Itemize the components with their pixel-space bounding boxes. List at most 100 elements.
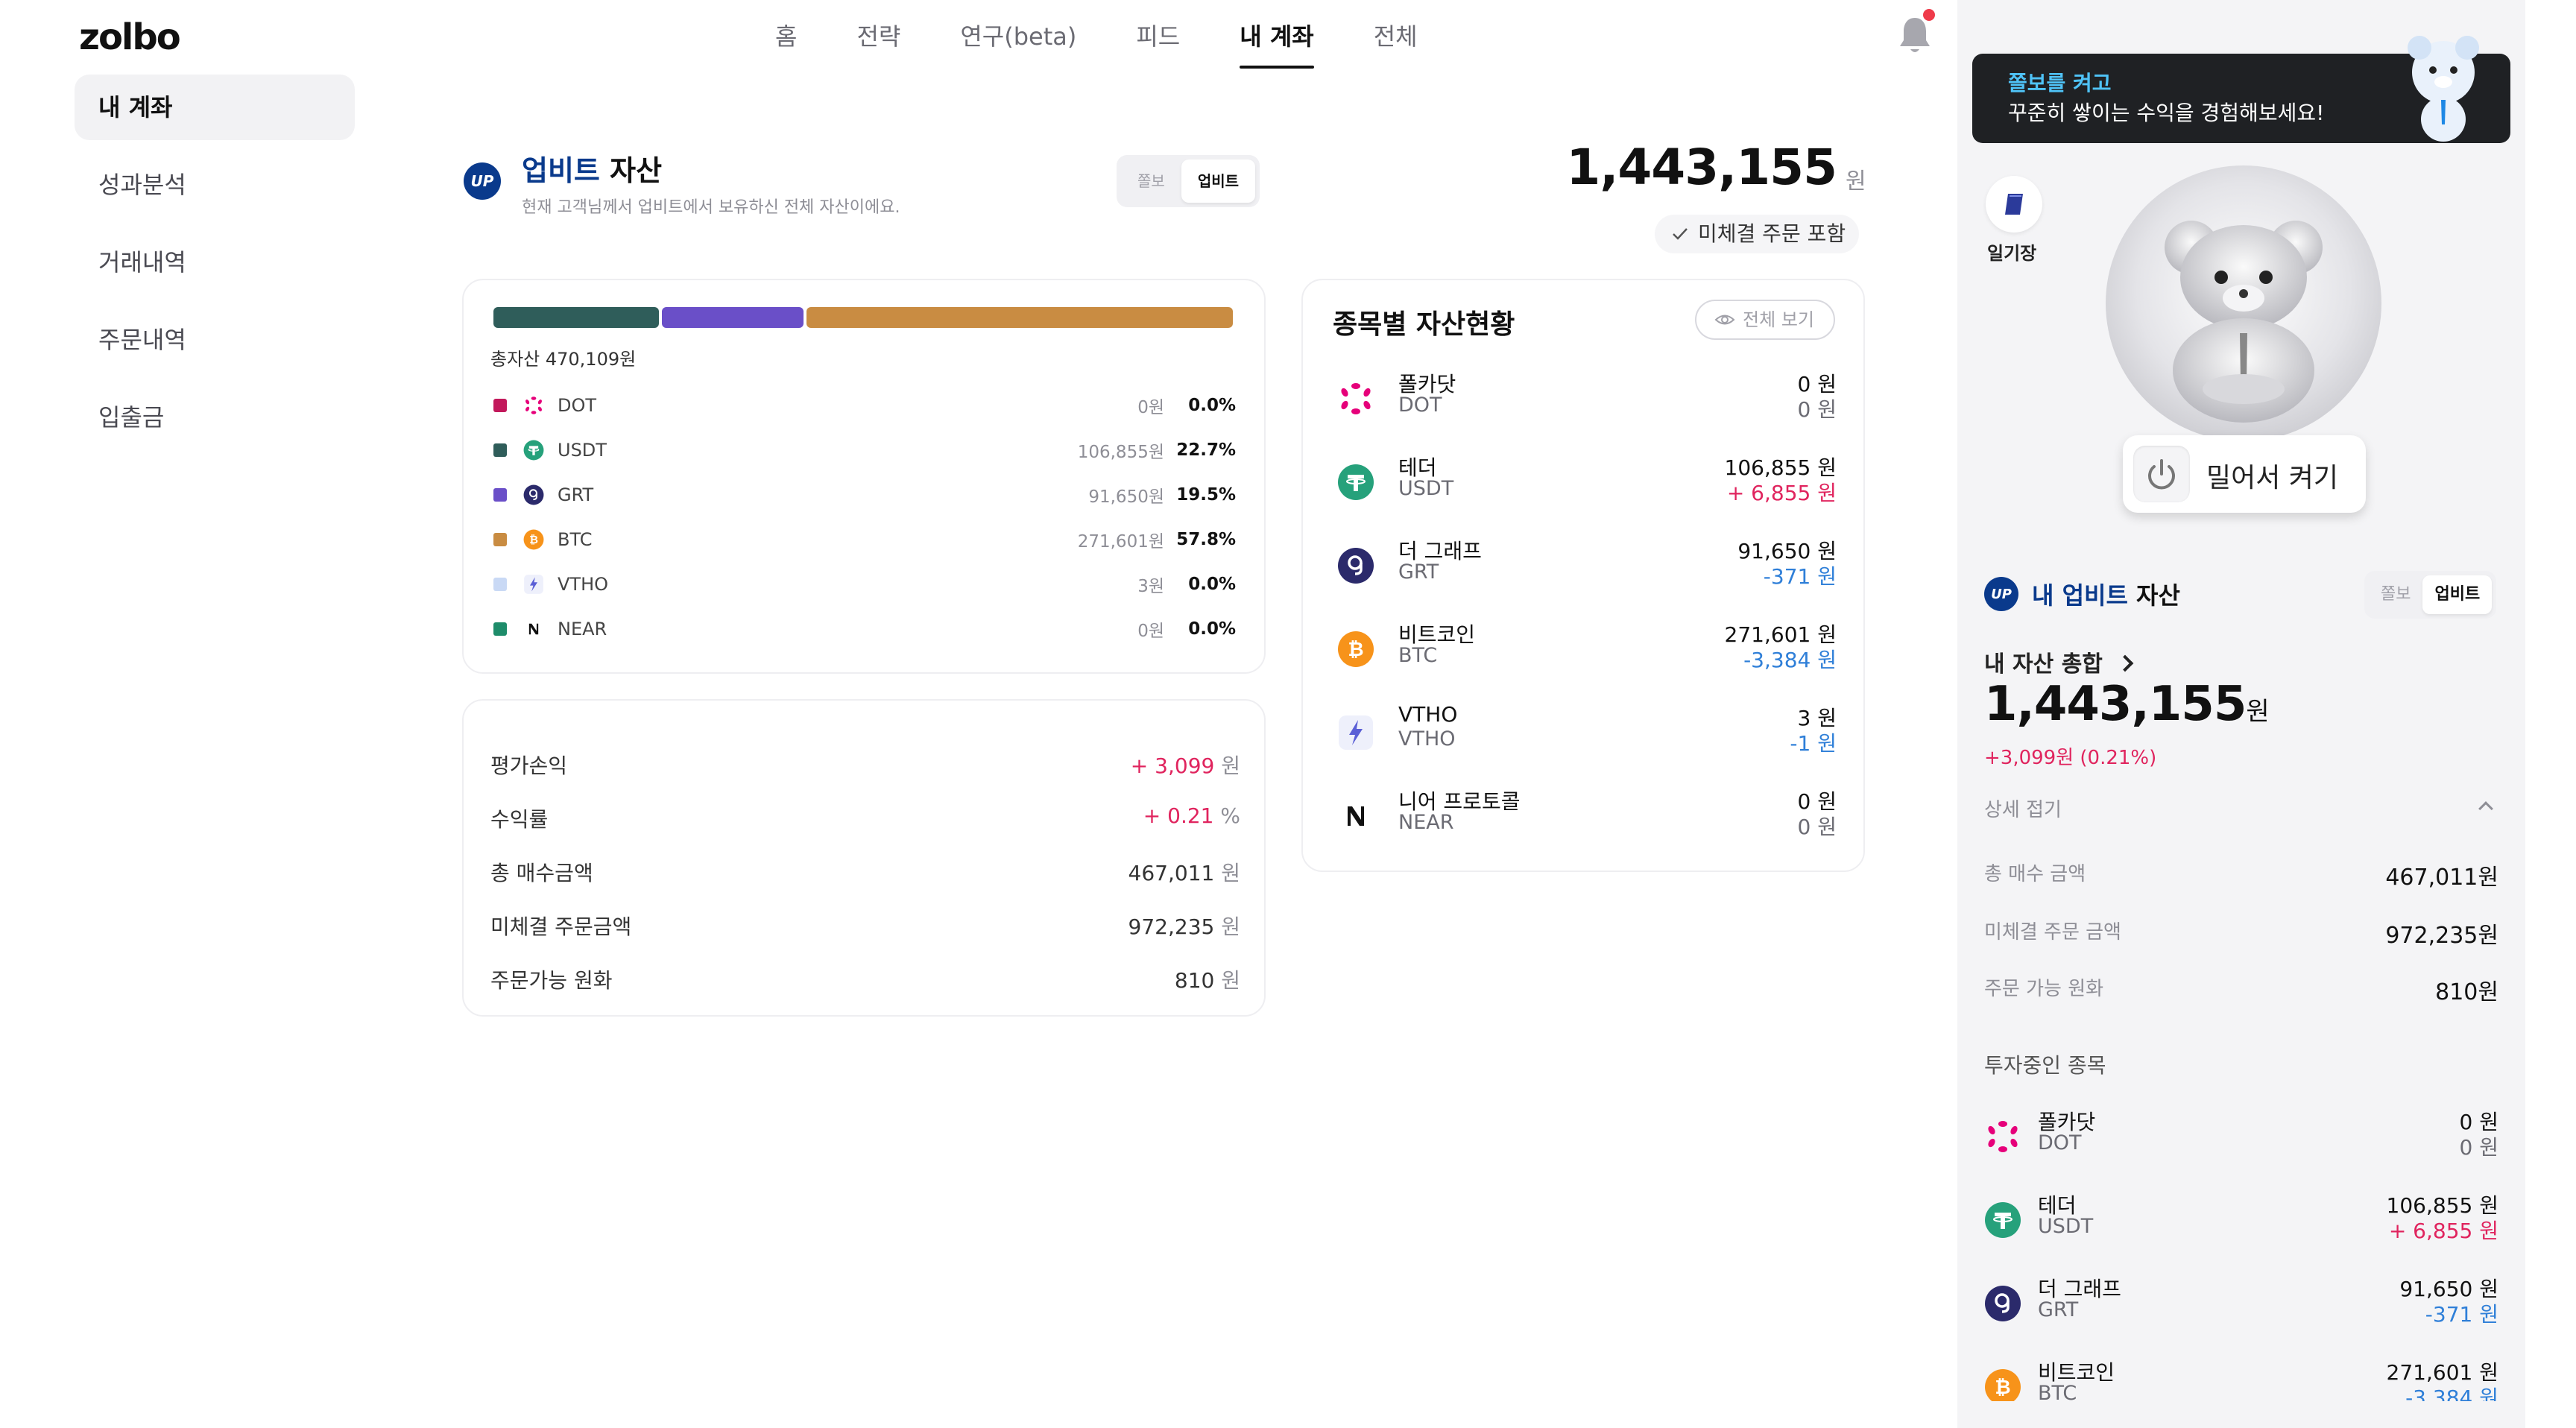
summary-label: 미체결 주문금액 bbox=[490, 914, 632, 939]
coin-percent: 19.5% bbox=[1176, 485, 1236, 505]
sidebar-item-performance[interactable]: 성과분석 bbox=[75, 152, 355, 218]
asset-title: 업비트 자산 bbox=[522, 154, 663, 187]
holding-row[interactable]: ₿ 비트코인 BTC 271,601 원 -3,384 원 bbox=[1337, 619, 1837, 678]
collapse-details-button[interactable]: 상세 접기 bbox=[1984, 794, 2062, 822]
promo-line1: 쫄보를 켜고 bbox=[2008, 71, 2112, 95]
holding-change: 0 원 bbox=[1797, 397, 1837, 422]
bitcoin-icon: ₿ bbox=[1337, 631, 1374, 668]
holding-row[interactable]: 더 그래프 GRT 91,650 원 -371 원 bbox=[1984, 1273, 2498, 1333]
sidebar-item-my-account[interactable]: 내 계좌 bbox=[75, 75, 355, 140]
view-all-button[interactable]: 전체 보기 bbox=[1695, 300, 1835, 340]
sidebar: 내 계좌 성과분석 거래내역 주문내역 입출금 bbox=[75, 75, 355, 462]
summary-label: 총 매수금액 bbox=[490, 861, 593, 885]
diary-button[interactable] bbox=[1986, 176, 2042, 233]
tab-research[interactable]: 연구(beta) bbox=[930, 18, 1106, 69]
holding-ticker: DOT bbox=[2038, 1131, 2082, 1154]
summary-row: 수익률 + 0.21 % bbox=[490, 803, 1240, 833]
coin-amount: 0원 bbox=[1137, 622, 1164, 641]
coin-ticker: GRT bbox=[558, 484, 594, 505]
tab-feed[interactable]: 피드 bbox=[1106, 18, 1210, 69]
app-logo[interactable]: zolbo bbox=[79, 16, 181, 58]
mascot-orb-icon bbox=[2106, 165, 2381, 441]
summary-value: + 3,099 원 bbox=[1130, 754, 1240, 778]
holding-row[interactable]: 테더 USDT 106,855 원 + 6,855 원 bbox=[1984, 1190, 2498, 1249]
polkadot-icon bbox=[1337, 380, 1374, 417]
coin-amount: 271,601원 bbox=[1077, 532, 1164, 552]
holding-row[interactable]: 더 그래프 GRT 91,650 원 -371 원 bbox=[1337, 535, 1837, 595]
coin-allocation-list: DOT 0원 0.0% USDT 106,855원 22.7% GRT 91,6… bbox=[493, 383, 1236, 651]
sidebar-item-orders[interactable]: 주문내역 bbox=[75, 307, 355, 373]
holding-row[interactable]: 폴카닷 DOT 0 원 0 원 bbox=[1984, 1106, 2498, 1166]
tab-home[interactable]: 홈 bbox=[745, 18, 827, 69]
coin-percent: 0.0% bbox=[1188, 619, 1236, 639]
polkadot-icon bbox=[1984, 1118, 2021, 1155]
promo-banner[interactable]: 쫄보를 켜고 꾸준히 쌓이는 수익을 경험해보세요! bbox=[1972, 36, 2510, 143]
coin-ticker: DOT bbox=[558, 395, 597, 416]
list-item: DOT 0원 0.0% bbox=[493, 383, 1236, 428]
asset-subtitle: 현재 고객님께서 업비트에서 보유하신 전체 자산이에요. bbox=[522, 198, 900, 217]
tab-my-account[interactable]: 내 계좌 bbox=[1210, 18, 1343, 69]
legend-swatch bbox=[493, 443, 507, 457]
toggle-upbit[interactable]: 업비트 bbox=[2422, 575, 2493, 614]
holding-change: -3,384 원 bbox=[1743, 648, 1837, 672]
slide-to-activate-button[interactable]: 밀어서 켜기 bbox=[2123, 435, 2366, 513]
holding-change: -1 원 bbox=[1790, 731, 1837, 756]
diary-label: 일기장 bbox=[1987, 243, 2037, 264]
summary-row: 미체결 주문금액 972,235 원 bbox=[490, 911, 1240, 941]
holding-row[interactable]: 니어 프로토콜 NEAR 0 원 0 원 bbox=[1337, 786, 1837, 845]
upbit-logo-icon: UP bbox=[1984, 577, 2018, 611]
check-icon bbox=[1673, 228, 1688, 240]
my-upbit-asset-title: 내 업비트 자산 bbox=[2032, 581, 2180, 610]
detail-value: 467,011원 bbox=[2385, 865, 2498, 891]
summary-row: 평가손익 + 3,099 원 bbox=[490, 750, 1240, 780]
right-exchange-toggle: 쫄보 업비트 bbox=[2364, 571, 2497, 619]
tab-strategy[interactable]: 전략 bbox=[827, 18, 930, 69]
legend-swatch bbox=[493, 488, 507, 502]
holding-row[interactable]: 폴카닷 DOT 0 원 0 원 bbox=[1337, 368, 1837, 428]
coin-percent: 57.8% bbox=[1176, 530, 1236, 549]
coin-ticker: USDT bbox=[558, 440, 607, 461]
chevron-right-icon bbox=[2116, 654, 2134, 672]
holding-row[interactable]: ₿ 비트코인 BTC 271,601 원 -3,384 원 bbox=[1984, 1356, 2498, 1401]
holding-change: + 6,855 원 bbox=[1726, 481, 1837, 505]
detail-value: 810원 bbox=[2435, 979, 2498, 1005]
holdings-card: 종목별 자산현황 전체 보기 폴카닷 DOT 0 원 0 원 테더 USDT 1… bbox=[1301, 279, 1865, 872]
summary-row: 주문가능 원화 810 원 bbox=[490, 964, 1240, 994]
right-total-change: +3,099원 (0.21%) bbox=[1984, 747, 2157, 769]
list-item: NEAR 0원 0.0% bbox=[493, 607, 1236, 651]
sidebar-item-trades[interactable]: 거래내역 bbox=[75, 230, 355, 295]
list-item: VTHO 3원 0.0% bbox=[493, 562, 1236, 607]
eye-icon bbox=[1714, 315, 1735, 325]
detail-label: 주문 가능 원화 bbox=[1984, 978, 2104, 1000]
svg-text:₿: ₿ bbox=[1348, 639, 1363, 661]
tether-icon bbox=[523, 440, 544, 461]
holding-row[interactable]: 테더 USDT 106,855 원 + 6,855 원 bbox=[1337, 452, 1837, 511]
detail-label: 미체결 주문 금액 bbox=[1984, 921, 2121, 944]
holding-change: -3,384 원 bbox=[2405, 1386, 2498, 1401]
bell-icon[interactable] bbox=[1896, 15, 1933, 57]
allocation-bar-segment bbox=[806, 307, 1233, 328]
allocation-bar-segment bbox=[493, 307, 660, 328]
right-total-amount: 1,443,155원 bbox=[1984, 677, 2270, 732]
chevron-up-icon[interactable] bbox=[2478, 801, 2493, 816]
total-asset-unit: 원 bbox=[1846, 168, 1866, 195]
tab-all[interactable]: 전체 bbox=[1344, 18, 1448, 69]
coin-amount: 106,855원 bbox=[1077, 443, 1164, 462]
coin-amount: 0원 bbox=[1137, 398, 1164, 417]
allocation-bar-segment bbox=[662, 307, 804, 328]
pnl-card: 평가손익 + 3,099 원 수익률 + 0.21 % 총 매수금액 467,0… bbox=[462, 699, 1266, 1017]
holding-row[interactable]: VTHO VTHO 3 원 -1 원 bbox=[1337, 702, 1837, 762]
holding-ticker: BTC bbox=[1398, 644, 1438, 667]
toggle-zolbo[interactable]: 쫄보 bbox=[1121, 159, 1181, 203]
sidebar-item-deposit-withdraw[interactable]: 입출금 bbox=[75, 385, 355, 450]
my-asset-total-link[interactable]: 내 자산 총합 bbox=[1984, 645, 2134, 678]
include-pending-orders-toggle[interactable]: 미체결 주문 포함 bbox=[1655, 215, 1860, 253]
coin-ticker: NEAR bbox=[558, 619, 607, 639]
summary-row: 총 매수금액 467,011 원 bbox=[490, 857, 1240, 887]
toggle-upbit[interactable]: 업비트 bbox=[1181, 159, 1256, 203]
toggle-zolbo[interactable]: 쫄보 bbox=[2369, 575, 2422, 614]
legend-swatch bbox=[493, 533, 507, 546]
graph-icon bbox=[1984, 1285, 2021, 1322]
vtho-icon bbox=[1337, 714, 1374, 751]
coin-ticker: VTHO bbox=[558, 574, 609, 595]
